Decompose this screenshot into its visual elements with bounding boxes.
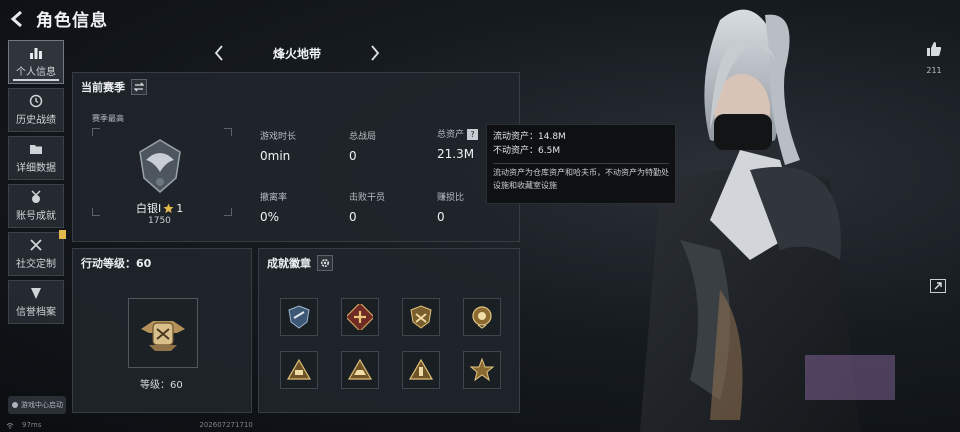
session-id: 202607271710 (199, 421, 253, 429)
stat-total-matches: 总战局 0 (349, 129, 376, 163)
rank-tier-label: 白银I (136, 202, 162, 215)
stat-label-row: 总资产? (437, 127, 479, 140)
level-emblem-icon (141, 321, 185, 351)
badge-red-cross-icon (347, 304, 373, 330)
bar-chart-icon (30, 48, 42, 59)
rank-name: 白银I 1 (136, 200, 183, 216)
badge-slot[interactable] (341, 351, 379, 389)
tooltip-liquid-assets: 流动资产：14.8M (493, 132, 566, 142)
game-center-button[interactable]: 游戏中心启动 (8, 396, 66, 414)
badges-title: 成就徽章 (267, 257, 311, 270)
season-switch-button[interactable] (131, 79, 147, 95)
share-arrow-icon (934, 282, 942, 290)
chevron-right-icon (371, 45, 380, 61)
stat-profit-ratio: 赚损比 0 (437, 190, 464, 224)
stat-play-time: 游戏时长 0min (260, 129, 296, 163)
stat-label: 总资产 (437, 130, 465, 140)
history-icon (29, 94, 43, 108)
badges-settings-button[interactable] (317, 255, 333, 271)
stat-label: 击败干员 (349, 193, 386, 203)
stat-label: 赚损比 (437, 193, 465, 203)
stat-kills: 击败干员 0 (349, 190, 385, 224)
tools-icon (30, 239, 42, 251)
sidebar-item-personal-info[interactable]: 个人信息 (8, 40, 64, 84)
like-widget: 211 (920, 40, 948, 75)
wifi-icon (6, 422, 14, 429)
stat-value: 0min (260, 149, 291, 163)
stat-value: 21.3M (437, 147, 475, 161)
badge-slot[interactable] (463, 298, 501, 336)
tooltip-divider (493, 162, 669, 164)
notification-badge (59, 230, 66, 239)
character-portrait (640, 9, 895, 432)
badge-slot[interactable] (402, 351, 440, 389)
question-icon[interactable]: ? (467, 129, 479, 140)
badge-triangle-icon (286, 358, 312, 380)
badge-gold-shield-icon (410, 305, 432, 329)
rank-emblem-icon (139, 139, 181, 193)
sidebar-item-label: 社交定制 (16, 259, 56, 270)
sidebar-item-details[interactable]: 详细数据 (8, 136, 64, 180)
level-label: 等级：60 (140, 380, 183, 391)
back-arrow-icon[interactable] (8, 10, 26, 28)
next-mode-button[interactable] (368, 43, 382, 63)
mode-title: 烽火地带 (272, 46, 321, 61)
badge-gold-star-icon (469, 357, 495, 382)
tooltip-note: 流动资产为仓库资产和哈夫币，不动资产为特勤处设施和收藏室设施 (493, 167, 669, 190)
sidebar-item-label: 历史战绩 (16, 115, 56, 126)
badge-slot[interactable] (280, 298, 318, 336)
sidebar-item-label: 个人信息 (16, 67, 56, 78)
folder-icon (30, 145, 42, 154)
thumbs-up-icon[interactable] (925, 40, 943, 58)
like-count: 211 (926, 66, 942, 75)
game-center-label: 游戏中心启动 (21, 401, 63, 409)
sidebar-item-history[interactable]: 历史战绩 (8, 88, 64, 132)
game-center-icon (12, 402, 18, 408)
badge-slot[interactable] (402, 298, 440, 336)
sidebar-item-achievements[interactable]: 账号成就 (8, 184, 64, 228)
stat-label: 撤离率 (260, 193, 288, 203)
chevron-left-icon (214, 45, 223, 61)
page-title: 角色信息 (36, 11, 108, 31)
share-icon[interactable] (930, 279, 946, 293)
shield-icon (31, 288, 41, 299)
badge-slot[interactable] (280, 351, 318, 389)
rank-stars: 1 (176, 201, 184, 215)
stat-value: 0 (349, 149, 357, 163)
status-bar: 97ms 202607271710 (6, 420, 253, 430)
gear-icon (320, 258, 330, 268)
season-subtitle: 赛季最高 (92, 114, 124, 123)
badge-gold-round-icon (472, 306, 492, 329)
stat-value: 0 (437, 210, 445, 224)
rank-score: 1750 (148, 216, 171, 226)
badge-triangle-vehicle-icon (347, 358, 373, 380)
stat-label: 游戏时长 (260, 132, 297, 142)
assets-tooltip: 流动资产：14.8M 不动资产：6.5M 流动资产为仓库资产和哈夫币，不动资产为… (486, 124, 676, 204)
stat-value: 0% (260, 210, 280, 224)
star-icon (163, 202, 174, 213)
tooltip-fixed-assets: 不动资产：6.5M (493, 145, 561, 156)
action-level-title: 行动等级：60 (81, 257, 152, 270)
badge-blue-shield-icon (288, 305, 310, 329)
level-emblem-frame (128, 298, 198, 368)
sidebar-item-reputation[interactable]: 信誉档案 (8, 280, 64, 324)
season-panel-title: 当前赛季 (81, 81, 125, 94)
sidebar-item-label: 详细数据 (16, 163, 56, 174)
badge-slot[interactable] (341, 298, 379, 336)
stat-value: 0 (349, 210, 357, 224)
mode-switcher: 烽火地带 (212, 40, 382, 66)
swap-icon (134, 82, 144, 92)
stat-extraction-rate: 撤离率 0% (260, 190, 287, 224)
badge-triangle-tower-icon (408, 358, 434, 380)
sidebar-item-label: 信誉档案 (16, 307, 56, 318)
prev-mode-button[interactable] (212, 43, 226, 63)
ping-value: 97ms (22, 421, 42, 429)
stat-label: 总战局 (349, 132, 377, 142)
sidebar-item-label: 账号成就 (16, 211, 56, 222)
stat-total-assets: 总资产? 21.3M (437, 127, 479, 161)
sidebar: 个人信息 历史战绩 详细数据 账号成就 社交定制 信誉档案 (8, 40, 66, 328)
sidebar-item-social[interactable]: 社交定制 (8, 230, 66, 276)
badge-slot[interactable] (463, 351, 501, 389)
medal-icon (31, 190, 41, 203)
